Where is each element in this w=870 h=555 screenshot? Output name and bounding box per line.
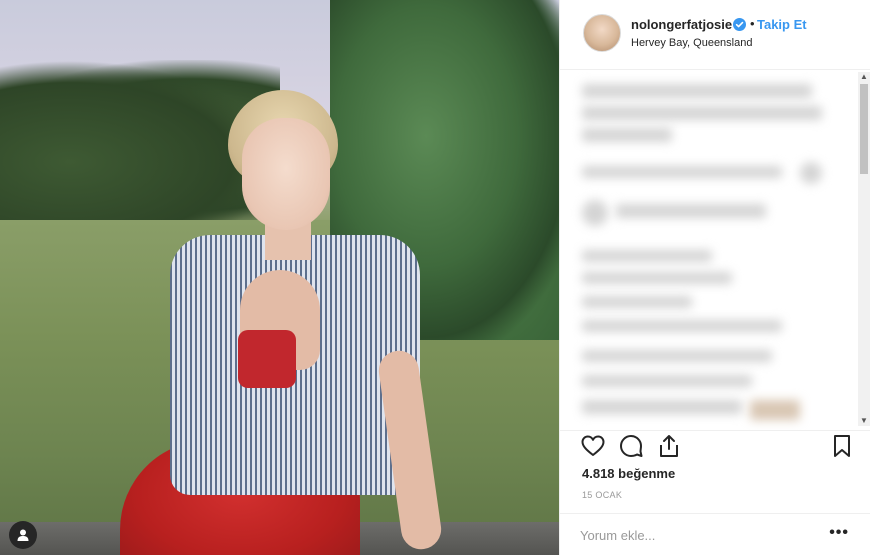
blurred-comment (616, 204, 766, 218)
post-photo[interactable] (0, 0, 559, 555)
action-bar (560, 430, 870, 462)
follow-button[interactable]: Takip Et (757, 17, 807, 32)
post-header: nolongerfatjosie • Takip Et Hervey Bay, … (560, 0, 870, 70)
user-tag-icon[interactable] (9, 521, 37, 549)
blurred-comment (582, 166, 782, 178)
comments-scrollbar[interactable]: ▲ ▼ (858, 72, 870, 426)
username-link[interactable]: nolongerfatjosie (631, 17, 732, 32)
scroll-thumb[interactable] (860, 84, 868, 174)
blurred-comment (582, 84, 812, 98)
separator-dot: • (750, 16, 755, 31)
blurred-comment (582, 375, 752, 387)
blurred-comment (582, 250, 712, 262)
blurred-comment (582, 400, 742, 414)
blurred-comment (582, 272, 732, 284)
photo-person (110, 90, 450, 555)
heart-icon[interactable] (580, 433, 606, 459)
location-link[interactable]: Hervey Bay, Queensland (631, 37, 752, 49)
blurred-comment (582, 320, 782, 332)
photo-top (238, 330, 296, 388)
comments-area[interactable] (560, 70, 870, 430)
post-panel: nolongerfatjosie • Takip Et Hervey Bay, … (559, 0, 870, 555)
likes-count[interactable]: 4.818 beğenme (582, 466, 675, 481)
blurred-comment (582, 200, 608, 226)
bookmark-icon[interactable] (829, 433, 855, 459)
scroll-down-arrow-icon[interactable]: ▼ (860, 417, 868, 425)
photo-face (242, 118, 330, 230)
comment-bubble-icon[interactable] (618, 433, 644, 459)
blurred-comment (750, 400, 800, 420)
scroll-up-arrow-icon[interactable]: ▲ (860, 73, 868, 81)
verified-badge-icon (733, 18, 746, 31)
blurred-comment (582, 350, 772, 362)
blurred-comment (582, 128, 672, 142)
share-icon[interactable] (656, 433, 682, 459)
comment-input[interactable] (580, 526, 810, 544)
blurred-comment (800, 162, 822, 184)
avatar[interactable] (583, 14, 621, 52)
post-date[interactable]: 15 OCAK (582, 490, 622, 500)
add-comment-bar: ••• (560, 513, 870, 555)
blurred-comment (582, 106, 822, 120)
blurred-comment (582, 296, 692, 308)
more-options-icon[interactable]: ••• (829, 524, 849, 542)
